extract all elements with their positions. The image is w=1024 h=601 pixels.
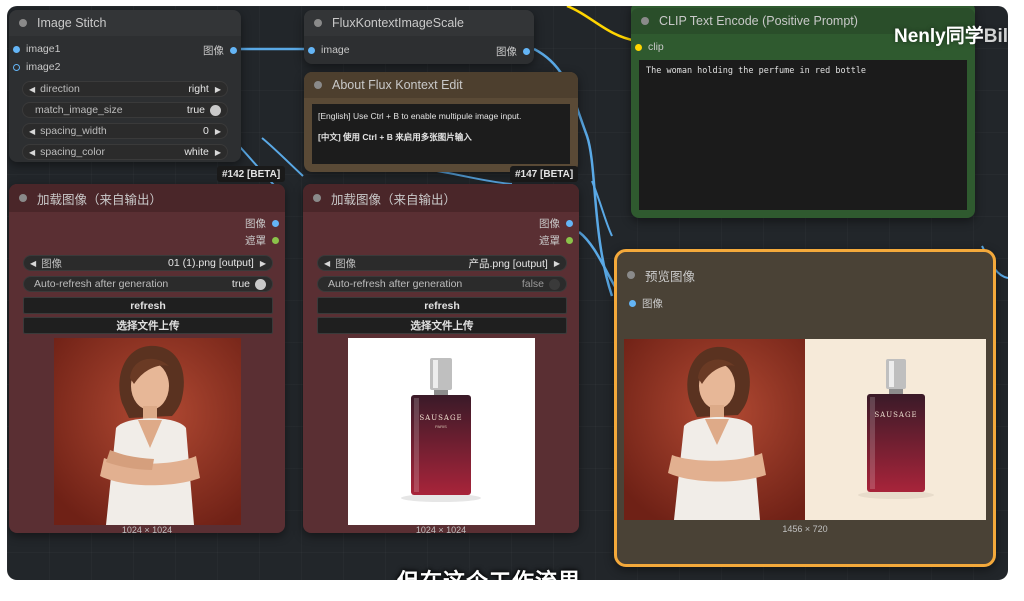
preview-dimensions: 1456 × 720 <box>782 524 828 534</box>
socket-dot-icon[interactable] <box>13 45 20 53</box>
arrow-right-icon[interactable]: ▶ <box>215 85 221 94</box>
woman-photo-preview <box>54 338 241 525</box>
output-socket-image[interactable]: 图像 <box>203 43 237 58</box>
socket-dot-icon[interactable] <box>566 220 573 227</box>
widget-direction[interactable]: ◀ direction right ▶ <box>22 81 228 97</box>
socket-dot-icon[interactable] <box>523 48 530 55</box>
output-socket-image[interactable]: 图像 <box>539 216 573 231</box>
arrow-left-icon[interactable]: ◀ <box>29 148 35 157</box>
video-subtitle: 但在这个工作流里 <box>397 564 581 580</box>
widget-spacing-color[interactable]: ◀ spacing_color white ▶ <box>22 144 228 160</box>
widget-match-image-size[interactable]: match_image_size true <box>22 102 228 118</box>
socket-dot-icon[interactable] <box>272 237 279 244</box>
load-image-title[interactable]: 加载图像（来自输出） <box>9 184 285 212</box>
toggle-on-icon[interactable] <box>210 104 221 116</box>
input-socket-image1[interactable]: image1 <box>13 43 60 55</box>
upload-button[interactable]: 选择文件上传 <box>23 317 273 334</box>
bottle-brand-label: SAUSAGE <box>874 411 918 419</box>
image-dimensions: 1024 × 1024 <box>415 525 467 535</box>
bottle-brand-label: SAUSAGE <box>419 414 463 422</box>
collapse-dot-icon[interactable] <box>313 194 321 202</box>
note-line-zh: [中文] 使用 Ctrl + B 来启用多张图片输入 <box>318 132 472 142</box>
collapse-dot-icon[interactable] <box>314 19 322 27</box>
image-stitch-title[interactable]: Image Stitch <box>9 10 241 36</box>
arrow-left-icon[interactable]: ◀ <box>29 127 35 136</box>
load-image-node-2[interactable]: 加载图像（来自输出） 图像 遮罩 ◀ 图像 产品.png [output] ▶ … <box>303 184 579 535</box>
node-id-badge: #147 [BETA] <box>510 166 579 182</box>
note-text-area[interactable]: [English] Use Ctrl + B to enable multipu… <box>312 104 570 164</box>
flux-scale-title[interactable]: FluxKontextImageScale <box>304 10 534 36</box>
output-socket-image[interactable]: 图像 <box>245 216 279 231</box>
socket-dot-icon[interactable] <box>308 46 315 54</box>
image-select-widget[interactable]: ◀ 图像 01 (1).png [output] ▶ <box>23 255 273 271</box>
arrow-left-icon[interactable]: ◀ <box>29 85 35 94</box>
load-image-node-1[interactable]: 加载图像（来自输出） 图像 遮罩 ◀ 图像 01 (1).png [output… <box>9 184 285 535</box>
arrow-right-icon[interactable]: ▶ <box>215 148 221 157</box>
input-socket-image2[interactable]: image2 <box>13 61 60 73</box>
auto-refresh-toggle[interactable]: Auto-refresh after generation true <box>23 276 273 292</box>
image-stitch-title-text: Image Stitch <box>37 16 107 30</box>
flux-kontext-image-scale-node[interactable]: FluxKontextImageScale image 图像 <box>304 10 534 64</box>
output-socket-image[interactable]: 图像 <box>496 44 530 59</box>
arrow-right-icon[interactable]: ▶ <box>554 259 560 268</box>
wire-background <box>436 170 513 185</box>
note-title[interactable]: About Flux Kontext Edit <box>304 72 578 98</box>
arrow-left-icon[interactable]: ◀ <box>324 259 330 268</box>
collapse-dot-icon[interactable] <box>627 271 635 279</box>
socket-dot-icon[interactable] <box>635 43 642 51</box>
socket-dot-icon[interactable] <box>272 220 279 227</box>
socket-dot-icon[interactable] <box>629 300 636 307</box>
input-socket-image[interactable]: 图像 <box>629 296 663 311</box>
prompt-textarea[interactable]: The woman holding the perfume in red bot… <box>639 60 967 210</box>
stitched-preview-image: SAUSAGE <box>624 339 986 520</box>
collapse-dot-icon[interactable] <box>314 81 322 89</box>
image-dimensions: 1024 × 1024 <box>121 525 173 535</box>
node-canvas[interactable]: Image Stitch image1 图像 image2 ◀ directio… <box>7 6 1008 580</box>
upload-button[interactable]: 选择文件上传 <box>317 317 567 334</box>
socket-dot-icon[interactable] <box>230 47 237 54</box>
perfume-photo-preview: SAUSAGE PARIS <box>348 338 535 525</box>
node-id-badge: #142 [BETA] <box>217 166 286 182</box>
note-line-en: [English] Use Ctrl + B to enable multipu… <box>318 111 522 121</box>
widget-spacing-width[interactable]: ◀ spacing_width 0 ▶ <box>22 123 228 139</box>
collapse-dot-icon[interactable] <box>19 194 27 202</box>
arrow-right-icon[interactable]: ▶ <box>260 259 266 268</box>
socket-dot-icon[interactable] <box>566 237 573 244</box>
about-flux-kontext-note[interactable]: About Flux Kontext Edit [English] Use Ct… <box>304 72 578 172</box>
collapse-dot-icon[interactable] <box>19 19 27 27</box>
socket-ring-icon[interactable] <box>13 63 20 71</box>
bottle-sub-label: PARIS <box>435 424 447 429</box>
output-socket-mask[interactable]: 遮罩 <box>245 233 279 248</box>
wire-clip-in <box>566 6 638 43</box>
preview-title[interactable]: 预览图像 <box>617 262 993 288</box>
collapse-dot-icon[interactable] <box>641 17 649 25</box>
arrow-right-icon[interactable]: ▶ <box>215 127 221 136</box>
toggle-off-icon[interactable] <box>549 278 560 290</box>
auto-refresh-toggle[interactable]: Auto-refresh after generation false <box>317 276 567 292</box>
channel-watermark: Nenly同学Bil <box>893 26 1008 47</box>
input-socket-clip[interactable]: clip <box>635 41 664 53</box>
preview-image-node[interactable]: 预览图像 图像 SAUSAGE 1456 × 720 <box>614 249 996 567</box>
toggle-on-icon[interactable] <box>255 278 266 290</box>
load-image-title[interactable]: 加载图像（来自输出） <box>303 184 579 212</box>
image-stitch-node[interactable]: Image Stitch image1 图像 image2 ◀ directio… <box>9 10 241 162</box>
refresh-button[interactable]: refresh <box>23 297 273 314</box>
arrow-left-icon[interactable]: ◀ <box>30 259 36 268</box>
output-socket-mask[interactable]: 遮罩 <box>539 233 573 248</box>
input-socket-image[interactable]: image <box>308 44 350 56</box>
refresh-button[interactable]: refresh <box>317 297 567 314</box>
image-select-widget[interactable]: ◀ 图像 产品.png [output] ▶ <box>317 255 567 271</box>
